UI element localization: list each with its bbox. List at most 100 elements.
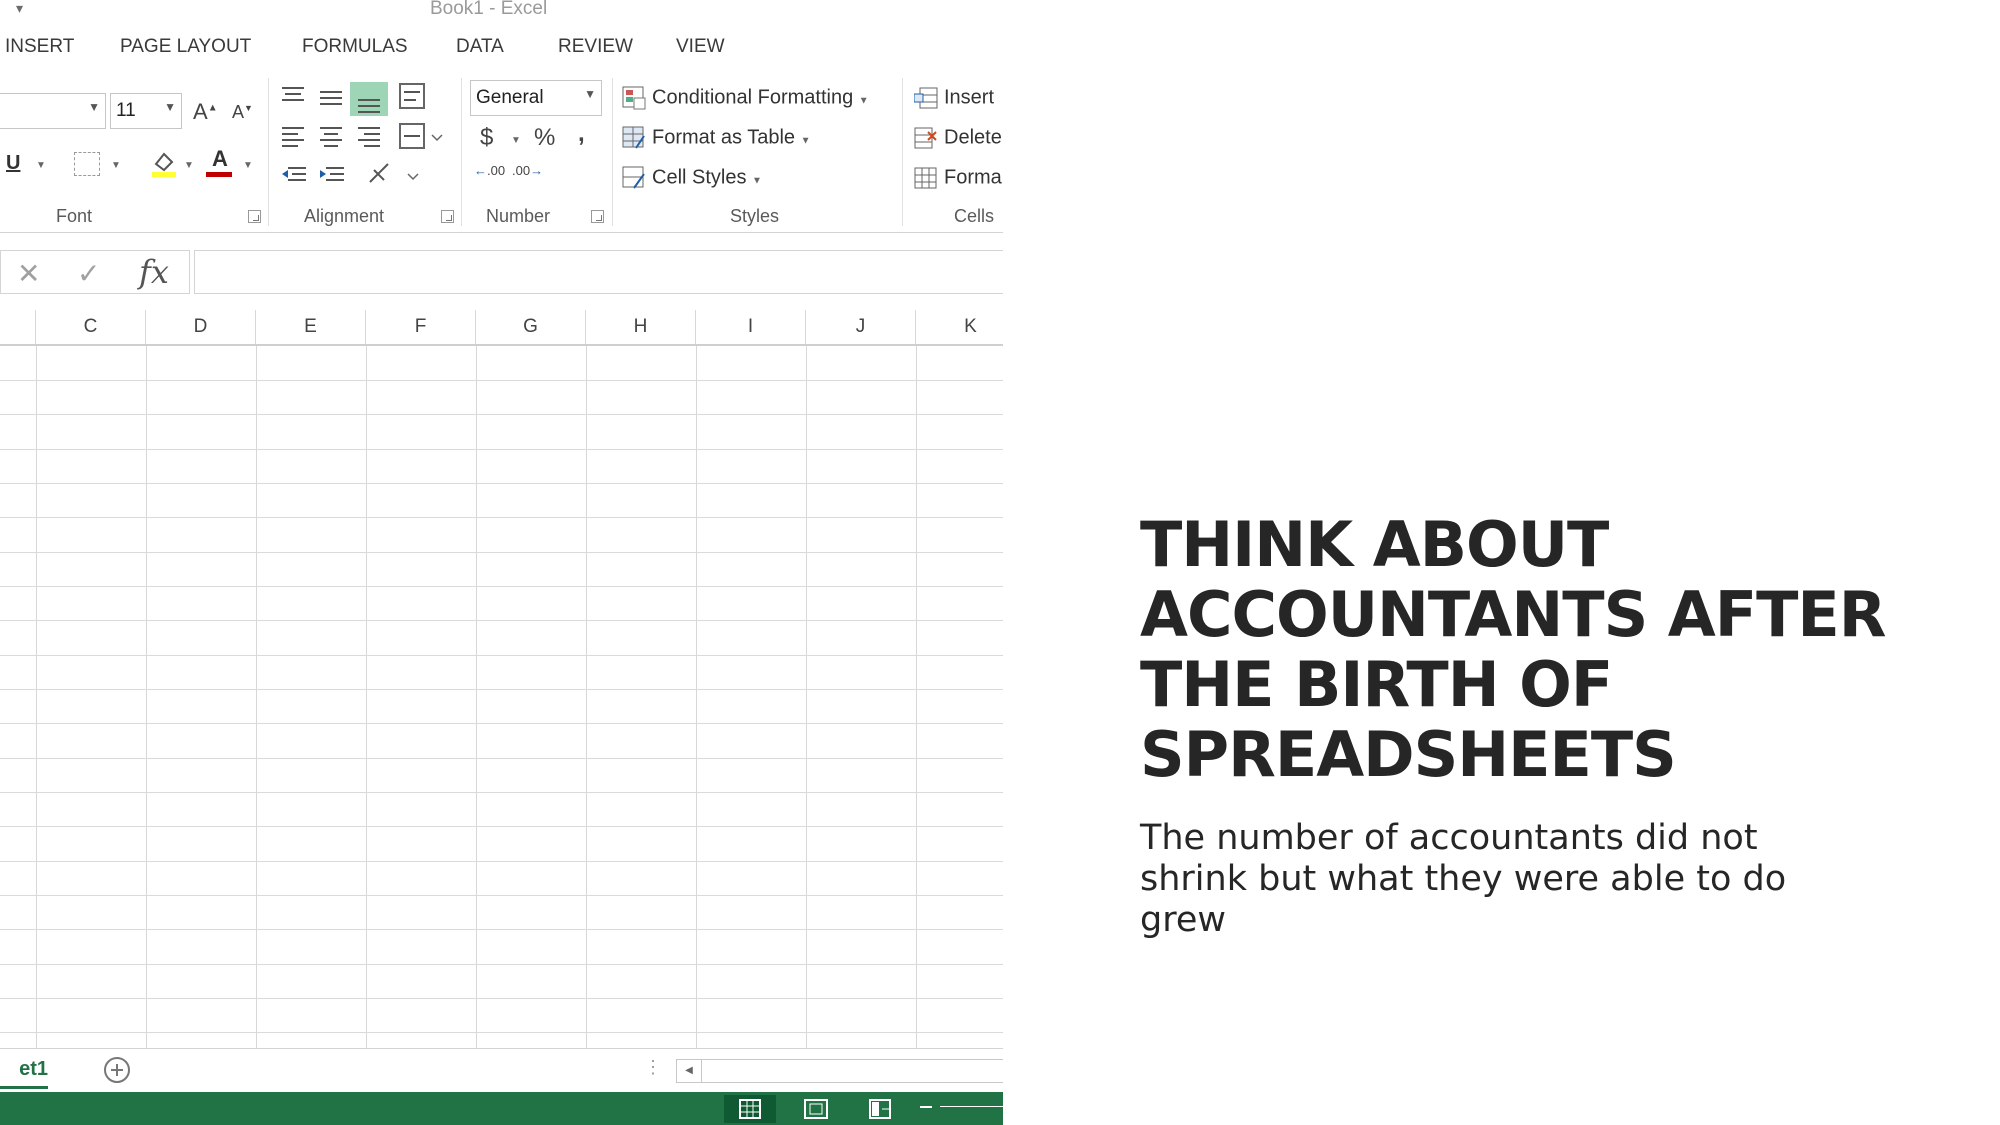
percent-button[interactable]: %	[534, 124, 555, 152]
conditional-formatting-button[interactable]: Conditional Formatting ▼	[622, 86, 869, 110]
gridline	[476, 346, 477, 1050]
column-header[interactable]: D	[146, 310, 256, 344]
top-align-icon[interactable]	[282, 87, 304, 101]
currency-dropdown-icon[interactable]: ▼	[511, 135, 521, 146]
insert-cells-button[interactable]: Insert	[913, 86, 994, 110]
decrease-indent-icon[interactable]	[282, 167, 306, 181]
column-header-partial[interactable]	[0, 310, 36, 344]
decrease-decimal-button[interactable]: .00→	[512, 164, 543, 177]
sheet-tab[interactable]: et1	[0, 1049, 48, 1089]
format-as-table-icon	[622, 126, 646, 150]
worksheet-grid[interactable]: C D E F G H I J K	[0, 310, 1003, 1050]
chevron-down-icon: ▼	[164, 100, 176, 114]
column-header[interactable]: E	[256, 310, 366, 344]
gridline	[0, 414, 1003, 415]
gridline	[696, 346, 697, 1050]
subtext-line: grew	[1140, 900, 1226, 940]
quick-access-caret[interactable]: ▾	[16, 0, 23, 17]
tab-view[interactable]: VIEW	[676, 36, 725, 58]
format-cells-icon	[914, 166, 938, 190]
fill-dropdown-icon[interactable]: ▼	[184, 160, 194, 171]
align-left-icon[interactable]	[282, 127, 304, 147]
headline-line: THINK ABOUT	[1140, 508, 1609, 581]
alignment-dialog-launcher-icon[interactable]	[441, 210, 454, 223]
formula-input[interactable]	[194, 250, 1003, 294]
underline-dropdown-icon[interactable]: ▼	[36, 160, 46, 171]
delete-cells-button[interactable]: Delete	[914, 126, 1002, 150]
borders-icon[interactable]	[74, 152, 100, 176]
shrink-font-button[interactable]: A▼	[232, 102, 253, 123]
gridline	[0, 689, 1003, 690]
column-header[interactable]: F	[366, 310, 476, 344]
increase-decimal-button[interactable]: ←.00	[474, 164, 505, 177]
page-layout-view-button[interactable]	[790, 1095, 842, 1123]
zoom-out-icon[interactable]	[920, 1106, 932, 1108]
tab-data[interactable]: DATA	[456, 36, 504, 58]
gridline	[806, 346, 807, 1050]
font-group-label: Font	[56, 206, 93, 226]
currency-button[interactable]: $	[480, 124, 493, 152]
page-layout-view-icon	[804, 1099, 828, 1119]
middle-align-icon[interactable]	[320, 91, 342, 105]
column-header[interactable]: K	[916, 310, 1003, 344]
font-size-combo[interactable]: 11 ▼	[110, 93, 182, 129]
grow-font-button[interactable]: A▲	[193, 99, 218, 125]
comma-style-button[interactable]: ,	[578, 120, 585, 148]
conditional-formatting-icon	[622, 86, 646, 110]
number-dialog-launcher-icon[interactable]	[591, 210, 604, 223]
wrap-text-icon[interactable]	[399, 83, 425, 109]
splitter-handle-icon[interactable]: ⋮	[644, 1057, 662, 1078]
group-separator	[612, 78, 613, 226]
tab-page-layout[interactable]: PAGE LAYOUT	[120, 36, 251, 58]
ribbon: ▼ 11 ▼ A▲ A▼ U ▼ ▼ ▼ A ▼ Font Alignment …	[0, 72, 1003, 233]
normal-view-button[interactable]	[724, 1095, 776, 1123]
merge-center-icon[interactable]	[399, 123, 443, 149]
subtext-line: The number of accountants did not	[1140, 818, 1758, 858]
paint-bucket-icon	[152, 152, 176, 177]
alignment-icons	[282, 82, 443, 183]
orientation-icon[interactable]	[369, 163, 419, 183]
zoom-slider[interactable]	[940, 1106, 1003, 1107]
enter-icon[interactable]: ✓	[77, 257, 100, 290]
align-right-icon[interactable]	[358, 127, 380, 147]
horizontal-scrollbar[interactable]: ◀	[676, 1059, 1003, 1083]
format-cells-button[interactable]: Forma	[914, 166, 1002, 190]
gridline	[0, 964, 1003, 965]
tab-review[interactable]: REVIEW	[558, 36, 633, 58]
font-color-button[interactable]: A	[206, 148, 234, 178]
column-header[interactable]: J	[806, 310, 916, 344]
gridline	[0, 517, 1003, 518]
tab-formulas[interactable]: FORMULAS	[302, 36, 408, 58]
delete-cells-icon	[914, 126, 938, 150]
column-header[interactable]: G	[476, 310, 586, 344]
cell-styles-button[interactable]: Cell Styles ▼	[622, 166, 762, 190]
tab-insert[interactable]: INSERT	[5, 36, 74, 58]
cancel-icon[interactable]: ✕	[17, 257, 40, 290]
column-header[interactable]: C	[36, 310, 146, 344]
normal-view-icon	[739, 1099, 761, 1119]
insert-function-icon[interactable]: fx	[139, 253, 169, 291]
gridline	[0, 758, 1003, 759]
subtext: The number of accountants did not shrink…	[1140, 818, 1960, 941]
add-sheet-icon[interactable]	[104, 1057, 130, 1083]
increase-indent-icon[interactable]	[320, 167, 344, 181]
scroll-left-icon[interactable]: ◀	[677, 1060, 702, 1082]
title-bar: ▾ Book1 - Excel	[0, 0, 1003, 22]
font-size-value: 11	[116, 100, 136, 121]
align-center-icon[interactable]	[320, 127, 342, 147]
number-format-combo[interactable]: General ▼	[470, 80, 602, 116]
column-header[interactable]: I	[696, 310, 806, 344]
page-break-view-button[interactable]	[854, 1095, 906, 1123]
font-name-combo[interactable]: ▼	[0, 93, 106, 129]
underline-button[interactable]: U	[6, 152, 20, 175]
column-header[interactable]: H	[586, 310, 696, 344]
gridline	[0, 998, 1003, 999]
borders-dropdown-icon[interactable]: ▼	[111, 160, 121, 171]
font-color-dropdown-icon[interactable]: ▼	[243, 160, 253, 171]
gridline	[0, 861, 1003, 862]
font-dialog-launcher-icon[interactable]	[248, 210, 261, 223]
chevron-down-icon: ▼	[584, 87, 596, 101]
fill-color-button[interactable]	[150, 148, 178, 178]
format-as-table-button[interactable]: Format as Table ▼	[622, 126, 811, 150]
excel-screenshot: ▾ Book1 - Excel INSERT PAGE LAYOUT FORMU…	[0, 0, 1003, 1125]
